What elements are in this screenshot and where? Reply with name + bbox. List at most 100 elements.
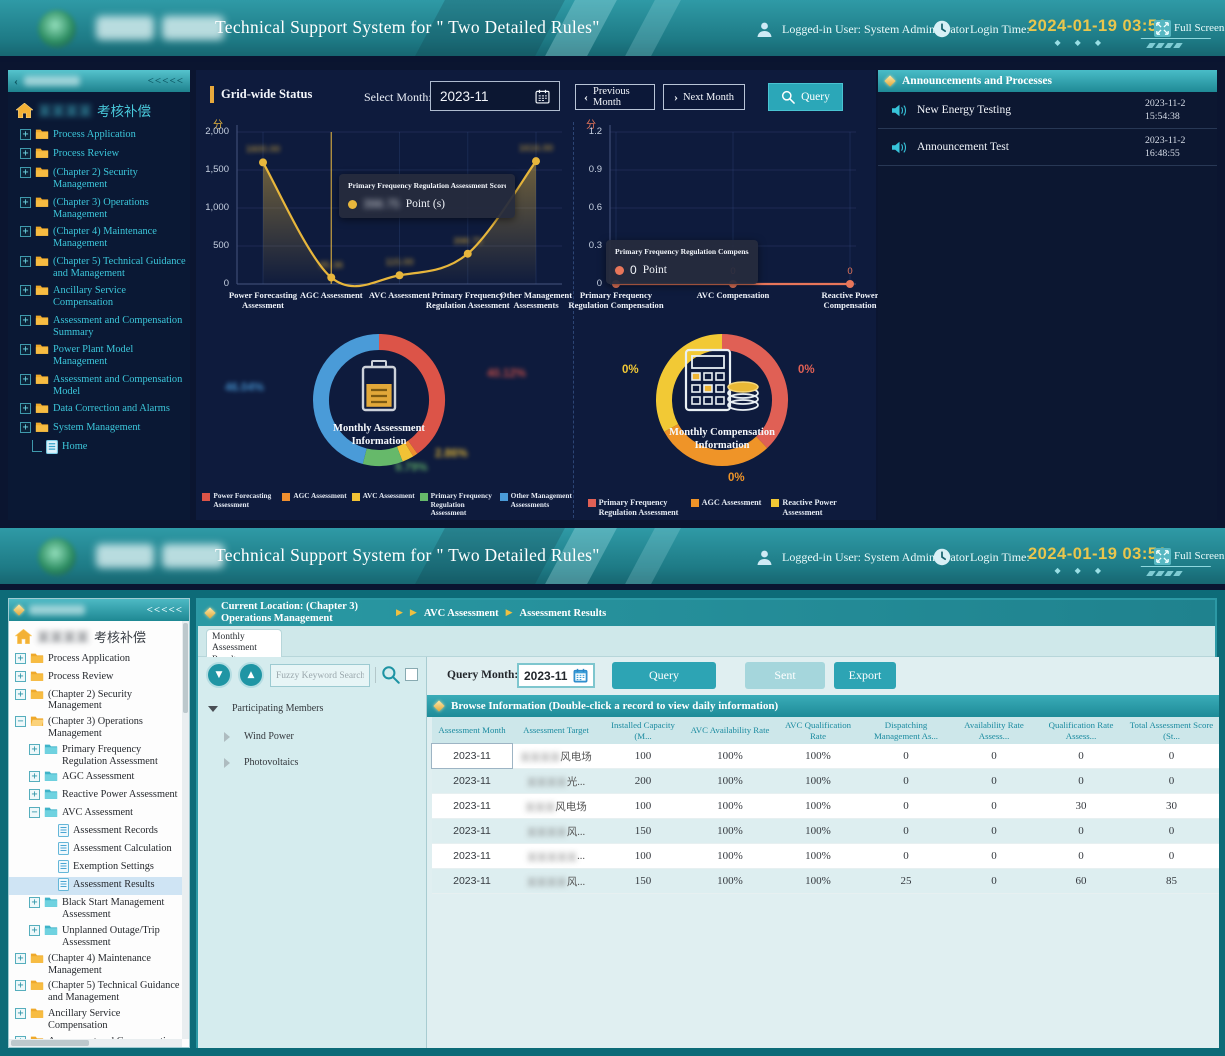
expand-icon[interactable]: + [20,129,31,140]
caret-right-icon[interactable] [224,732,230,742]
sidebar-item[interactable]: +(Chapter 5) Technical Guidance and Mana… [9,978,182,1006]
expand-icon[interactable]: + [29,744,40,755]
query-button[interactable]: Query [768,83,843,111]
table-row[interactable]: 2023-11某某某风电场100100%100%003030 [432,794,1219,819]
collapse-arrows[interactable]: <<<<< [148,75,184,87]
members-child-node[interactable]: Wind Power [224,731,294,742]
sidebar-item[interactable]: +Reactive Power Assessment [9,787,182,805]
search-icon[interactable] [381,665,400,684]
sidebar-item[interactable]: +Assessment and Compensation Summary [8,312,190,342]
sidebar-item[interactable]: +Process Application [9,650,182,668]
expand-icon[interactable]: + [20,197,31,208]
sidebar-item[interactable]: +(Chapter 2) Security Management [8,164,190,194]
query-month-input[interactable]: 2023-11 [517,663,595,688]
column-header[interactable]: AVC Availability Rate [686,717,774,744]
export-button[interactable]: Export [834,662,896,689]
table-row[interactable]: 2023-11某某某某风...150100%100%0000 [432,819,1219,844]
legend-item[interactable]: Power Forecasting Assessment [202,492,277,518]
column-header[interactable]: Total Assessment Score (St... [1124,717,1219,744]
sidebar-item[interactable]: +Process Review [8,145,190,164]
fullscreen-button[interactable]: Full Screen [1174,22,1224,34]
sidebar-item[interactable]: +Process Review [9,668,182,686]
table-row[interactable]: 2023-11某某某某某...100100%100%0000 [432,844,1219,869]
expand-icon[interactable]: + [15,671,26,682]
members-root-node[interactable]: Participating Members [208,703,323,714]
column-header[interactable]: Availability Rate Assess... [950,717,1038,744]
expand-icon[interactable]: + [29,789,40,800]
sidebar-item[interactable]: +Process Application [8,126,190,145]
expand-icon[interactable]: + [20,167,31,178]
expand-icon[interactable]: + [20,422,31,433]
sidebar-header[interactable]: <<<<< [9,599,189,621]
breadcrumb-item[interactable]: Assessment Results [520,608,607,619]
table-row[interactable]: 2023-11某某某某风...150100%100%2506085 [432,869,1219,894]
sidebar-item[interactable]: −(Chapter 3) Operations Management [9,714,182,742]
column-header[interactable]: AVC Qualification Rate [774,717,862,744]
table-row[interactable]: 2023-11某某某某光...200100%100%0000 [432,769,1219,794]
legend-item[interactable]: Other Management Assessments [500,492,575,518]
expand-icon[interactable]: + [20,344,31,355]
expand-icon[interactable]: + [20,226,31,237]
expand-icon[interactable]: + [20,403,31,414]
announcement-item[interactable]: New Energy Testing2023-11-215:54:38 [878,92,1217,129]
checkbox[interactable] [405,668,418,681]
collapse-arrows[interactable]: <<<<< [147,604,183,616]
column-header[interactable]: Dispatching Management As... [862,717,950,744]
sidebar-header[interactable]: ‹ <<<<< [8,70,190,92]
calendar-icon[interactable] [535,89,550,104]
search-input[interactable] [270,664,370,687]
sidebar-item[interactable]: +Unplanned Outage/Trip Assessment [9,923,182,951]
expand-icon[interactable]: − [15,716,26,727]
expand-icon[interactable]: + [20,148,31,159]
sidebar-root-node[interactable]: 某某某某 考核补偿 [9,621,182,650]
legend-item[interactable]: Primary Frequency Regulation Assessment [588,498,681,518]
expand-all-button[interactable]: ▼ [206,662,232,688]
caret-right-icon[interactable] [224,758,230,768]
sidebar-item[interactable]: +Primary Frequency Regulation Assessment [9,741,182,769]
column-header[interactable]: Qualification Rate Assess... [1038,717,1124,744]
previous-month-button[interactable]: ‹ Previous Month [575,84,655,110]
breadcrumb-item[interactable]: AVC Assessment [424,608,499,619]
calendar-icon[interactable] [573,668,588,683]
expand-icon[interactable]: − [29,807,40,818]
sidebar-item[interactable]: +Ancillary Service Compensation [9,1006,182,1034]
sidebar-item[interactable]: +(Chapter 5) Technical Guidance and Mana… [8,253,190,283]
sidebar-item[interactable]: +Data Correction and Alarms [8,400,190,419]
expand-icon[interactable]: + [15,653,26,664]
sidebar-item[interactable]: +Assessment and Compensation Model [8,371,190,401]
sidebar-item[interactable]: +Power Plant Model Management [8,341,190,371]
sidebar-item[interactable]: +Ancillary Service Compensation [8,282,190,312]
sidebar-item[interactable]: +(Chapter 3) Operations Management [8,194,190,224]
sidebar-item[interactable]: +(Chapter 4) Maintenance Management [8,223,190,253]
sidebar-item[interactable]: +(Chapter 4) Maintenance Management [9,950,182,978]
sidebar-item[interactable]: +System Management [8,419,190,438]
expand-icon[interactable]: + [15,689,26,700]
expand-icon[interactable]: + [15,953,26,964]
fullscreen-button[interactable]: Full Screen [1174,550,1224,562]
horizontal-scrollbar[interactable] [9,1039,182,1047]
legend-item[interactable]: AGC Assessment [691,498,762,518]
column-header[interactable]: Assessment Target [512,717,600,744]
vertical-scrollbar[interactable] [182,621,189,1039]
expand-icon[interactable]: + [29,771,40,782]
expand-icon[interactable]: + [20,285,31,296]
fullscreen-icon[interactable] [1154,20,1171,37]
sidebar-item[interactable]: +(Chapter 2) Security Management [9,686,182,714]
caret-down-icon[interactable] [208,706,218,712]
expand-icon[interactable]: + [29,925,40,936]
sidebar-item[interactable]: Assessment Records [9,823,182,841]
column-header[interactable]: Assessment Month [432,717,512,744]
sidebar-item[interactable]: +Black Start Management Assessment [9,895,182,923]
sidebar-root-node[interactable]: 某某某某 考核补偿 [8,92,190,126]
expand-icon[interactable]: + [29,897,40,908]
members-child-node[interactable]: Photovoltaics [224,757,298,768]
sidebar-item[interactable]: Assessment Calculation [9,841,182,859]
expand-icon[interactable]: + [15,980,26,991]
sidebar-item-home[interactable]: Home [8,438,190,458]
expand-icon[interactable]: + [20,315,31,326]
sidebar-item[interactable]: −AVC Assessment [9,805,182,823]
collapse-all-button[interactable]: ▲ [238,662,264,688]
query-button[interactable]: Query [612,662,716,689]
announcement-item[interactable]: Announcement Test2023-11-216:48:55 [878,129,1217,166]
next-month-button[interactable]: › Next Month [663,84,745,110]
